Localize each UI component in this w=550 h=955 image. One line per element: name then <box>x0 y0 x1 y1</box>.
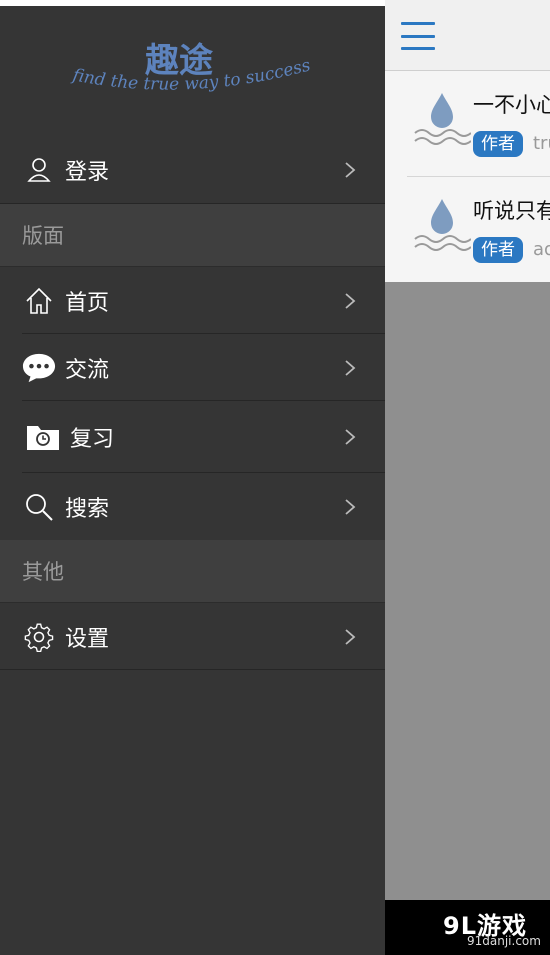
chevron-right-icon <box>345 429 356 445</box>
menu-item-label: 搜索 <box>65 496 110 522</box>
search-icon <box>22 490 56 524</box>
menu-item-home[interactable]: 首页 <box>0 267 385 334</box>
post-author: tru <box>533 133 550 154</box>
gear-icon <box>22 620 56 654</box>
login-item[interactable]: 登录 <box>0 136 385 204</box>
menu-item-search[interactable]: 搜索 <box>0 473 385 540</box>
app-logo: 趣途 find the true way to success <box>0 6 385 136</box>
post-item[interactable]: 一不小心 作者 tru <box>407 71 550 177</box>
section-header-board: 版面 <box>0 204 385 267</box>
menu-icon[interactable] <box>401 22 435 50</box>
chevron-right-icon <box>345 628 356 645</box>
author-badge: 作者 <box>473 131 523 157</box>
post-title: 听说只有 <box>473 199 550 223</box>
post-title: 一不小心 <box>473 93 550 117</box>
login-label: 登录 <box>65 159 110 185</box>
menu-item-review[interactable]: 复习 <box>0 401 385 473</box>
user-icon <box>22 153 56 187</box>
section-header-other: 其他 <box>0 540 385 603</box>
menu-item-label: 首页 <box>65 290 110 316</box>
author-badge: 作者 <box>473 237 523 263</box>
watermark-site: 91danji.com <box>467 934 541 948</box>
chevron-right-icon <box>345 292 356 309</box>
water-drop-icon <box>414 199 471 251</box>
folder-history-icon <box>26 420 60 454</box>
post-item[interactable]: 听说只有 作者 ad <box>407 177 550 282</box>
chevron-right-icon <box>345 359 356 376</box>
menu-item-label: 复习 <box>70 427 115 452</box>
post-list: 一不小心 作者 tru 听说只有 作者 ad <box>385 71 550 282</box>
chevron-right-icon <box>345 161 356 178</box>
menu-item-settings[interactable]: 设置 <box>0 603 385 670</box>
chevron-right-icon <box>345 498 356 515</box>
main-content: 一不小心 作者 tru 听说只有 作者 ad <box>385 0 550 955</box>
home-icon <box>22 284 56 318</box>
menu-item-label: 设置 <box>65 626 110 652</box>
main-header <box>385 0 550 71</box>
watermark-logo: 9L游戏 91danji.com <box>385 900 550 955</box>
chat-bubble-icon <box>22 351 56 385</box>
logo-graphic: 趣途 find the true way to success <box>69 41 313 95</box>
menu-item-chat[interactable]: 交流 <box>0 334 385 401</box>
water-drop-icon <box>414 93 471 145</box>
side-drawer: 趣途 find the true way to success 登录 版面 首页… <box>0 0 385 955</box>
menu-item-label: 交流 <box>65 357 110 383</box>
post-author: ad <box>533 239 550 260</box>
